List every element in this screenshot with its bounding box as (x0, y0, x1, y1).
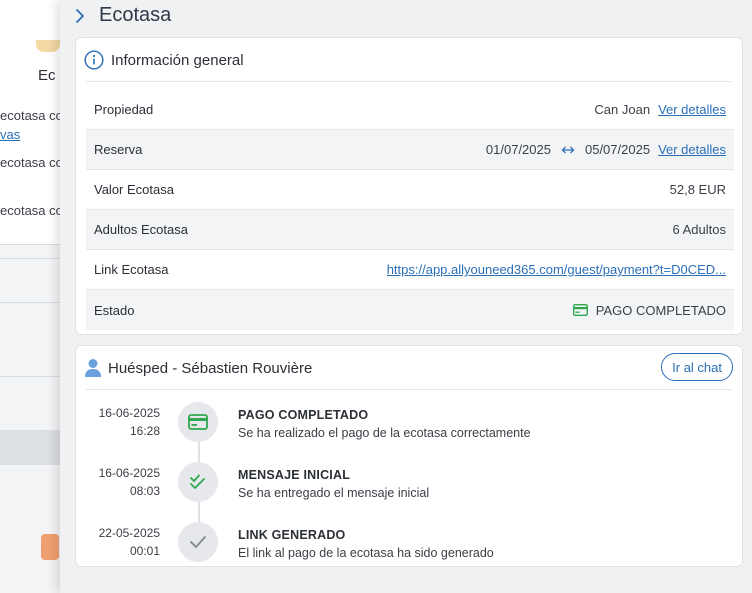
event-description: Se ha realizado el pago de la ecotasa co… (238, 426, 531, 440)
timeline-item: 16-06-2025 16:28 PAGO COMPLETADO Se ha r… (76, 400, 744, 460)
row-value: 01/07/2025 05/07/2025 Ver detalles (486, 142, 726, 157)
event-title: LINK GENERADO (238, 528, 346, 542)
check-icon (190, 536, 206, 548)
background-line: ecotasa co (0, 155, 60, 170)
go-to-chat-button[interactable]: Ir al chat (661, 353, 733, 381)
background-page: Ec ecotasa co vas ecotasa co ecotasa co (0, 0, 60, 593)
drawer-title: Ecotasa (99, 4, 172, 26)
timeline-date: 16-06-2025 16:28 (76, 404, 160, 440)
general-info-title: Información general (111, 51, 244, 69)
row-value: PAGO COMPLETADO (572, 302, 726, 318)
payment-link[interactable]: https://app.allyouneed365.com/guest/paym… (387, 262, 726, 277)
row-value: https://app.allyouneed365.com/guest/paym… (387, 262, 726, 277)
event-time: 08:03 (129, 484, 160, 498)
event-title: PAGO COMPLETADO (238, 408, 369, 422)
row-label: Reserva (94, 142, 143, 157)
event-date: 22-05-2025 (98, 526, 160, 540)
background-line: ecotasa co (0, 203, 60, 218)
row-value: Can Joan Ver detalles (594, 102, 726, 117)
divider (86, 389, 732, 390)
background-line: ecotasa co (0, 108, 60, 123)
reservation-end-date: 05/07/2025 (584, 142, 651, 157)
timeline-marker (178, 522, 218, 562)
background-divider (0, 302, 60, 303)
row-label: Propiedad (94, 102, 154, 117)
background-title: Ec (38, 67, 56, 84)
event-time: 00:01 (129, 544, 160, 558)
timeline-marker (178, 462, 218, 502)
event-time: 16:28 (129, 424, 160, 438)
guest-card: Huésped - Sébastien Rouvière Ir al chat … (75, 345, 743, 567)
row-label: Link Ecotasa (94, 262, 169, 277)
chevron-right-icon[interactable] (73, 8, 87, 24)
row-link-ecotasa: Link Ecotasa https://app.allyouneed365.c… (86, 250, 734, 290)
row-label: Estado (94, 302, 135, 318)
row-estado: Estado PAGO COMPLETADO (86, 290, 734, 330)
background-orange-icon (41, 534, 59, 560)
row-adultos-ecotasa: Adultos Ecotasa 6 Adultos (86, 210, 734, 250)
general-info-card: Información general Propiedad Can Joan V… (75, 37, 743, 335)
timeline-item: 16-06-2025 08:03 MENSAJE INICIAL Se ha e… (76, 460, 744, 520)
guest-name: Huésped - Sébastien Rouvière (108, 359, 313, 377)
ecotasa-drawer: Ecotasa Información general Propiedad Ca… (60, 0, 752, 593)
event-date: 16-06-2025 (98, 406, 160, 420)
timeline-date: 22-05-2025 00:01 (76, 524, 160, 560)
guest-header: Huésped - Sébastien Rouvière (84, 358, 312, 378)
row-propiedad: Propiedad Can Joan Ver detalles (86, 90, 734, 130)
row-label: Adultos Ecotasa (94, 222, 188, 237)
event-date: 16-06-2025 (98, 466, 160, 480)
general-info-header: Información general (84, 50, 244, 70)
row-label: Valor Ecotasa (94, 182, 174, 197)
background-link[interactable]: vas (0, 127, 20, 142)
reservation-start-date: 01/07/2025 (485, 142, 551, 157)
status-badge: PAGO COMPLETADO (595, 302, 726, 318)
info-icon (84, 50, 104, 70)
property-details-link[interactable]: Ver detalles (658, 102, 726, 117)
divider (86, 81, 732, 82)
background-divider (0, 258, 60, 259)
ecotasa-adults: 6 Adultos (672, 222, 727, 237)
timeline-date: 16-06-2025 08:03 (76, 464, 160, 500)
background-card: Ec ecotasa co vas ecotasa co ecotasa co (0, 0, 60, 245)
timeline-marker (178, 402, 218, 442)
double-check-icon (190, 474, 205, 489)
info-table: Propiedad Can Joan Ver detalles Reserva … (86, 90, 734, 330)
event-description: El link al pago de la ecotasa ha sido ge… (238, 546, 494, 560)
background-band (0, 430, 60, 465)
event-title: MENSAJE INICIAL (238, 468, 351, 482)
credit-card-icon (188, 414, 208, 430)
reservation-details-link[interactable]: Ver detalles (658, 142, 726, 157)
drawer-header: Ecotasa (60, 0, 752, 34)
ecotasa-value: 52,8 EUR (669, 182, 726, 197)
user-icon (85, 359, 101, 377)
row-valor-ecotasa: Valor Ecotasa 52,8 EUR (86, 170, 734, 210)
background-divider (0, 376, 60, 377)
timeline-item: 22-05-2025 00:01 LINK GENERADO El link a… (76, 520, 744, 580)
property-name: Can Joan (594, 102, 651, 117)
row-reserva: Reserva 01/07/2025 05/07/2025 Ver detall… (86, 130, 734, 170)
double-arrow-icon (561, 146, 575, 153)
credit-card-icon (572, 304, 588, 316)
event-description: Se ha entregado el mensaje inicial (238, 486, 430, 500)
background-badge (36, 40, 60, 52)
